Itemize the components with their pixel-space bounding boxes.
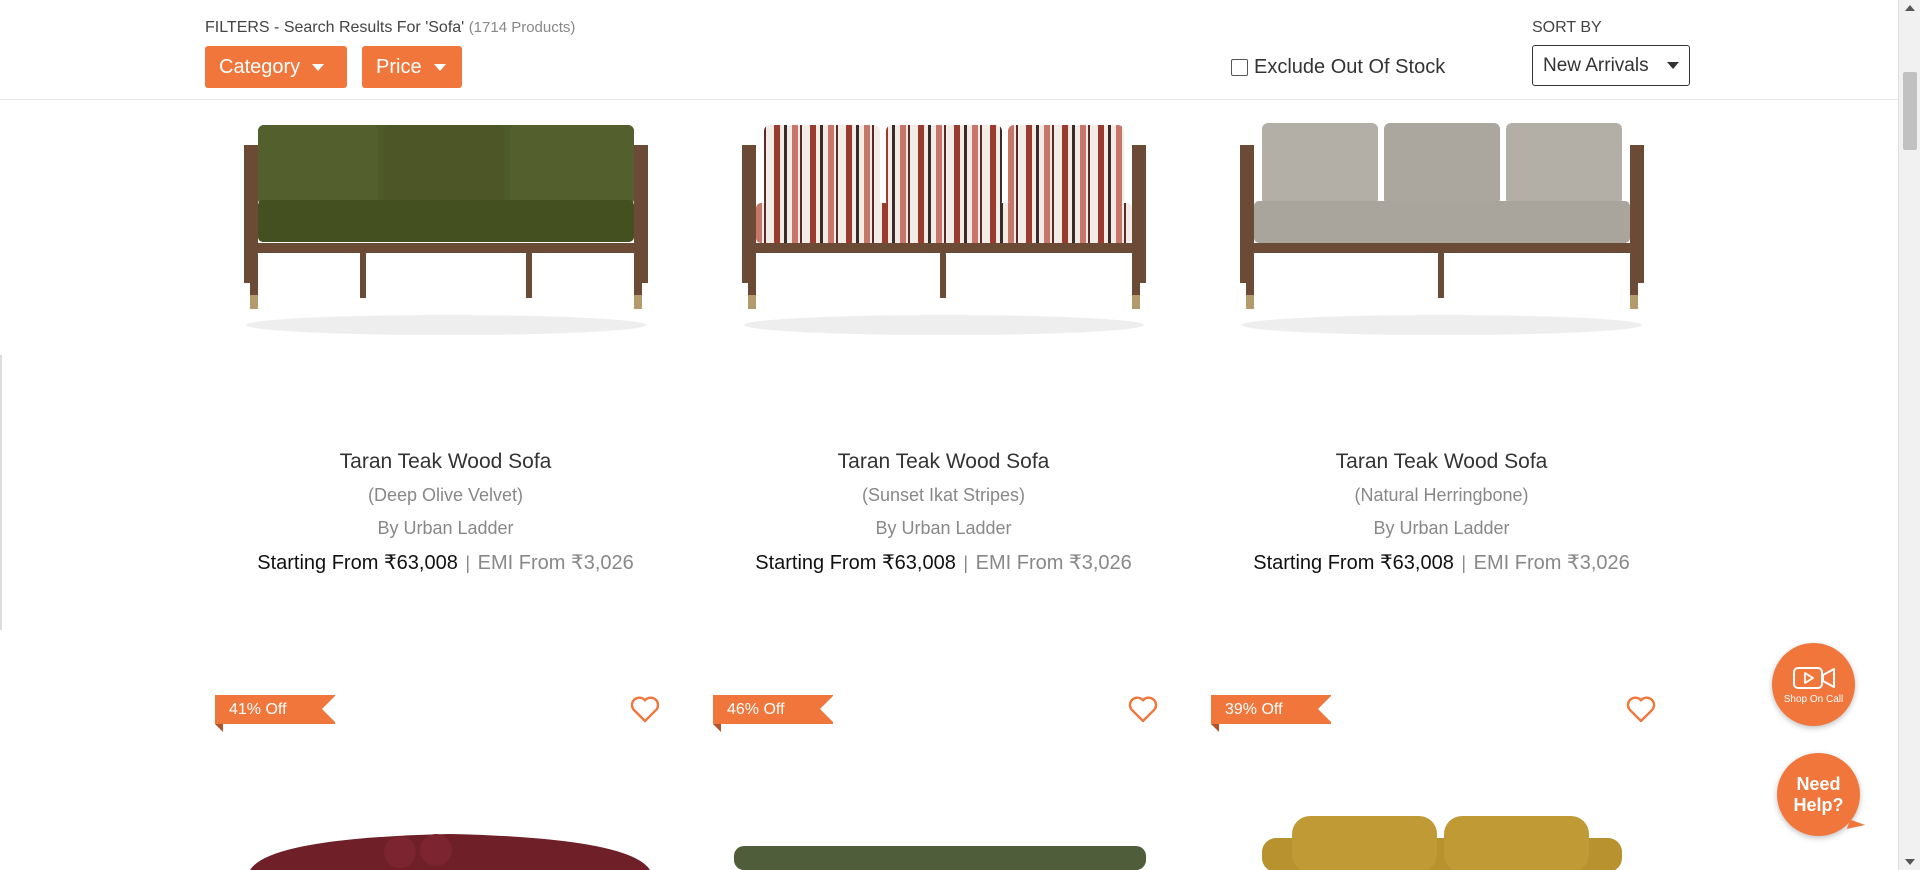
scroll-down-icon[interactable] bbox=[1905, 859, 1915, 865]
video-camera-icon bbox=[1792, 666, 1835, 689]
caret-down-icon bbox=[312, 63, 325, 71]
exclude-out-of-stock-label: Exclude Out Of Stock bbox=[1254, 56, 1446, 78]
product-image[interactable] bbox=[1232, 812, 1652, 870]
emi-text: EMI From ₹3,026 bbox=[975, 552, 1132, 574]
price-prefix: Starting From bbox=[1253, 552, 1380, 574]
exclude-out-of-stock[interactable]: Exclude Out Of Stock bbox=[1231, 56, 1445, 79]
filter-title-text: FILTERS - Search Results For 'Sofa' bbox=[205, 19, 465, 36]
sort-label: SORT BY bbox=[1532, 19, 1602, 36]
product-brand: By Urban Ladder bbox=[377, 518, 514, 538]
product-name[interactable]: Taran Teak Wood Sofa bbox=[716, 450, 1171, 474]
price-value: ₹63,008 bbox=[881, 552, 956, 574]
product-image[interactable] bbox=[236, 115, 656, 345]
price-prefix: Starting From bbox=[257, 552, 384, 574]
sort-select[interactable]: New Arrivals bbox=[1532, 45, 1690, 86]
heart-icon[interactable] bbox=[629, 694, 661, 724]
product-name[interactable]: Taran Teak Wood Sofa bbox=[1214, 450, 1669, 474]
product-card[interactable]: Taran Teak Wood Sofa (Natural Herringbon… bbox=[1214, 100, 1669, 580]
product-image[interactable] bbox=[240, 830, 660, 870]
product-variant: (Natural Herringbone) bbox=[1354, 485, 1529, 505]
need-help-button[interactable]: Need Help? bbox=[1777, 753, 1866, 836]
heart-icon[interactable] bbox=[1127, 694, 1159, 724]
price-value: ₹63,008 bbox=[1379, 552, 1454, 574]
caret-down-icon bbox=[1667, 62, 1679, 69]
discount-badge: 39% Off bbox=[1211, 695, 1332, 732]
price-separator: | bbox=[1461, 553, 1467, 573]
price-value: ₹63,008 bbox=[383, 552, 458, 574]
exclude-out-of-stock-checkbox[interactable] bbox=[1231, 59, 1248, 76]
product-count: (1714 Products) bbox=[468, 19, 576, 36]
product-brand: By Urban Ladder bbox=[875, 518, 1012, 538]
discount-badge: 46% Off bbox=[713, 695, 834, 732]
shop-on-call-button[interactable]: Shop On Call bbox=[1772, 643, 1855, 726]
product-brand: By Urban Ladder bbox=[1373, 518, 1510, 538]
discount-badge: 41% Off bbox=[215, 695, 336, 732]
price-separator: | bbox=[963, 553, 969, 573]
product-image[interactable] bbox=[1232, 115, 1652, 345]
product-image[interactable] bbox=[730, 840, 1150, 870]
sort-value: New Arrivals bbox=[1543, 54, 1649, 76]
caret-down-icon bbox=[433, 63, 446, 71]
scroll-up-icon[interactable] bbox=[1905, 5, 1915, 11]
emi-text: EMI From ₹3,026 bbox=[477, 552, 634, 574]
filter-bar: FILTERS - Search Results For 'Sofa' (171… bbox=[0, 0, 1898, 100]
product-price-line: Starting From ₹63,008 | EMI From ₹3,026 bbox=[716, 550, 1171, 575]
price-separator: | bbox=[465, 553, 471, 573]
price-prefix: Starting From bbox=[755, 552, 882, 574]
speech-bubble-tail bbox=[1846, 819, 1866, 835]
category-filter-button[interactable]: Category bbox=[205, 46, 347, 88]
scrollbar-thumb[interactable] bbox=[1903, 72, 1917, 150]
product-variant: (Deep Olive Velvet) bbox=[367, 485, 524, 505]
heart-icon[interactable] bbox=[1625, 694, 1657, 724]
product-card[interactable]: Taran Teak Wood Sofa (Sunset Ikat Stripe… bbox=[716, 100, 1171, 580]
product-image[interactable] bbox=[734, 115, 1154, 345]
product-price-line: Starting From ₹63,008 | EMI From ₹3,026 bbox=[218, 550, 673, 575]
price-filter-button[interactable]: Price bbox=[362, 46, 462, 88]
emi-text: EMI From ₹3,026 bbox=[1473, 552, 1630, 574]
scrollbar[interactable] bbox=[1898, 0, 1920, 870]
product-card[interactable]: Taran Teak Wood Sofa (Deep Olive Velvet)… bbox=[218, 100, 673, 580]
price-filter-label: Price bbox=[376, 55, 422, 78]
product-price-line: Starting From ₹63,008 | EMI From ₹3,026 bbox=[1214, 550, 1669, 575]
category-filter-label: Category bbox=[219, 55, 301, 78]
left-edge-divider bbox=[0, 355, 2, 630]
product-name[interactable]: Taran Teak Wood Sofa bbox=[218, 450, 673, 474]
shop-on-call-label: Shop On Call bbox=[1783, 693, 1844, 705]
product-variant: (Sunset Ikat Stripes) bbox=[861, 485, 1026, 505]
need-help-label: Need Help? bbox=[1793, 773, 1844, 815]
filter-title: FILTERS - Search Results For 'Sofa' (171… bbox=[205, 19, 575, 37]
